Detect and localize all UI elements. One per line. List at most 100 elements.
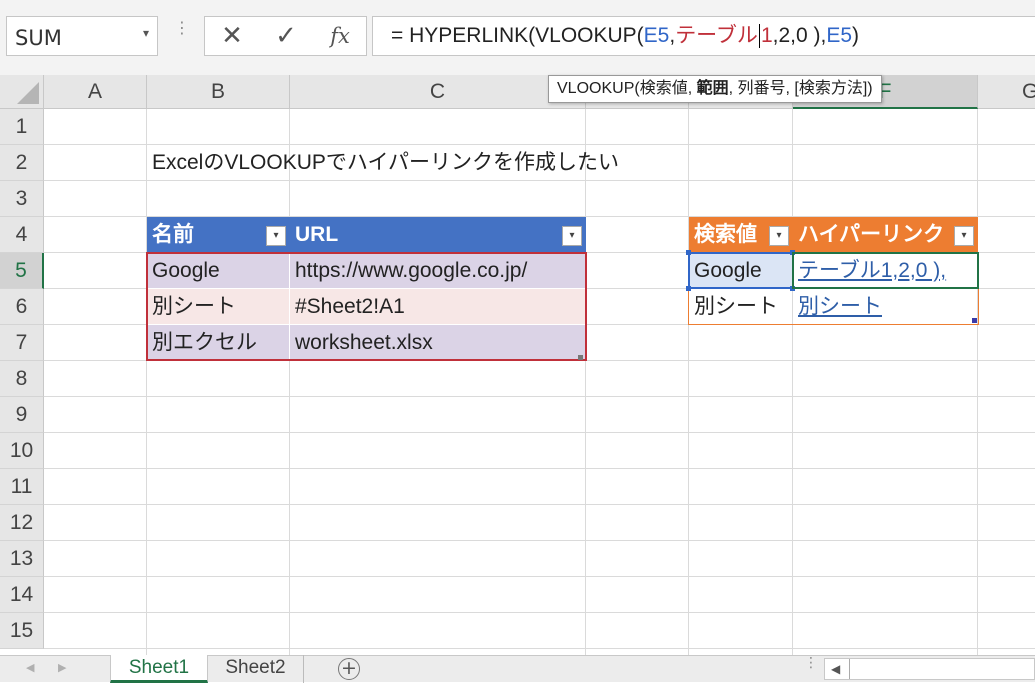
add-sheet-icon[interactable]: + [338,658,360,680]
gridline [44,468,1035,469]
text-caret [758,24,760,49]
row-header-9[interactable]: 9 [0,397,44,433]
tooltip-arg-lookup-value[interactable]: 検索値, [640,80,697,97]
row-header-15[interactable]: 15 [0,613,44,649]
vertical-dots-icon[interactable]: ⋮ [174,20,190,36]
hyperlink-editing-text[interactable]: テーブル1,2,0 ), [798,259,946,282]
table-row-sheet-name[interactable]: 別シート [147,289,290,325]
table2-header-lookup[interactable]: 検索値 ▾ [689,217,793,253]
column-header-a[interactable]: A [44,75,147,109]
ref-handle[interactable] [790,286,795,291]
ref-handle[interactable] [686,286,691,291]
table-row-hyperlink-sheet[interactable]: 別シート [793,289,978,325]
function-tooltip: VLOOKUP(検索値, 範囲, 列番号, [検索方法]) [548,75,882,103]
table-row-google-url[interactable]: https://www.google.co.jp/ [290,253,586,289]
table-resize-handle[interactable] [972,318,977,323]
name-box[interactable]: SUM ▾ [6,16,158,56]
table-resize-handle[interactable] [578,355,583,360]
name-box-value: SUM [15,26,62,50]
table2-header-hyperlink-label: ハイパーリンク [798,223,945,246]
row-header-6[interactable]: 6 [0,289,44,325]
row-header-12[interactable]: 12 [0,505,44,541]
gridline [44,648,1035,649]
formula-bar: SUM ▾ ⋮ ✕ ✓ fx = HYPERLINK(VLOOKUP(E5,テー… [0,0,1035,75]
formula-args: ,2,0 ), [772,24,827,47]
chevron-down-icon[interactable]: ▾ [143,26,149,40]
row-header-8[interactable]: 8 [0,361,44,397]
col-separator [289,253,290,361]
select-all-corner[interactable] [0,75,44,109]
ref-handle[interactable] [686,250,691,255]
gridline [688,109,689,655]
row-header-13[interactable]: 13 [0,541,44,577]
table-row-lookup-google[interactable]: Google [689,253,793,289]
tab-sheet1[interactable]: Sheet1 [110,655,208,683]
hyperlink-sheet[interactable]: 別シート [798,295,882,318]
gridline [44,396,1035,397]
tooltip-arg-range[interactable]: 範囲 [697,80,729,97]
row-separator [147,324,586,325]
gridline [146,109,147,655]
gridline [44,432,1035,433]
row-header-10[interactable]: 10 [0,433,44,469]
scrollbar-thumb[interactable] [849,659,850,679]
table-row-lookup-sheet[interactable]: 別シート [689,289,793,325]
scroll-left-icon[interactable]: ◀ [831,662,840,676]
scroll-tabs-right-icon[interactable]: ▶ [58,661,66,674]
table1-header-url-label: URL [295,223,339,246]
row-header-11[interactable]: 11 [0,469,44,505]
table2-header-lookup-label: 検索値 [694,223,757,246]
row-header-14[interactable]: 14 [0,577,44,613]
row-separator [147,288,586,289]
table2-header-hyperlink[interactable]: ハイパーリンク ▾ [793,217,978,253]
table-row-excel-url[interactable]: worksheet.xlsx [290,325,586,361]
formula-prefix: = HYPERLINK(VLOOKUP( [391,24,644,47]
check-icon[interactable]: ✓ [269,21,303,51]
row-header-3[interactable]: 3 [0,181,44,217]
filter-dropdown-icon[interactable]: ▾ [562,226,582,246]
gridline [585,109,586,655]
formula-buttons: ✕ ✓ fx [204,16,367,56]
row-header-7[interactable]: 7 [0,325,44,361]
tooltip-arg-rest[interactable]: , 列番号, [検索方法]) [729,80,873,97]
table-row-google-name[interactable]: Google [147,253,290,289]
cell-b2-title[interactable]: ExcelのVLOOKUPでハイパーリンクを作成したい [147,145,747,181]
tab-sheet2[interactable]: Sheet2 [208,655,304,683]
row-header-1[interactable]: 1 [0,109,44,145]
formula-input[interactable]: = HYPERLINK(VLOOKUP(E5,テーブル 1,2,0 ),E5) [372,16,1035,56]
formula-suffix: ) [852,24,860,47]
gridline [44,576,1035,577]
table1-header-url[interactable]: URL ▾ [290,217,586,253]
table-row-hyperlink-editing[interactable]: テーブル1,2,0 ), [793,253,978,289]
row-header-5[interactable]: 5 [0,253,44,289]
tooltip-fn[interactable]: VLOOKUP( [557,80,640,97]
gridline [792,109,793,655]
table-row-excel-name[interactable]: 別エクセル [147,325,290,361]
filter-dropdown-icon[interactable]: ▾ [769,226,789,246]
insert-function-icon[interactable]: fx [323,21,357,51]
formula-ref-table-name: テーブル [675,24,758,47]
column-header-b[interactable]: B [147,75,290,109]
sheet-tab-bar: ◀ ▶ Sheet1 Sheet2 + ⋮ ◀ [0,655,1035,683]
table1-header-name-label: 名前 [152,223,194,246]
ref-handle[interactable] [790,250,795,255]
tab-splitter-handle[interactable]: ⋮ [804,656,818,670]
column-header-c[interactable]: C [290,75,586,109]
gridline [44,540,1035,541]
horizontal-scrollbar[interactable]: ◀ [824,658,1035,680]
table-row-sheet-url[interactable]: #Sheet2!A1 [290,289,586,325]
scroll-tabs-left-icon[interactable]: ◀ [26,661,34,674]
gridline [289,109,290,655]
worksheet-grid[interactable]: A B C D E F G 1 2 3 4 5 6 7 8 9 10 11 12… [0,75,1035,655]
cancel-icon[interactable]: ✕ [215,21,249,51]
filter-dropdown-icon[interactable]: ▾ [954,226,974,246]
column-header-g[interactable]: G [978,75,1035,109]
gridline [44,504,1035,505]
gridline [977,109,978,655]
row-header-4[interactable]: 4 [0,217,44,253]
filter-dropdown-icon[interactable]: ▾ [266,226,286,246]
formula-ref-table-number: 1 [760,24,773,47]
formula-ref-e5-second: E5 [826,24,853,47]
row-header-2[interactable]: 2 [0,145,44,181]
table1-header-name[interactable]: 名前 ▾ [147,217,290,253]
